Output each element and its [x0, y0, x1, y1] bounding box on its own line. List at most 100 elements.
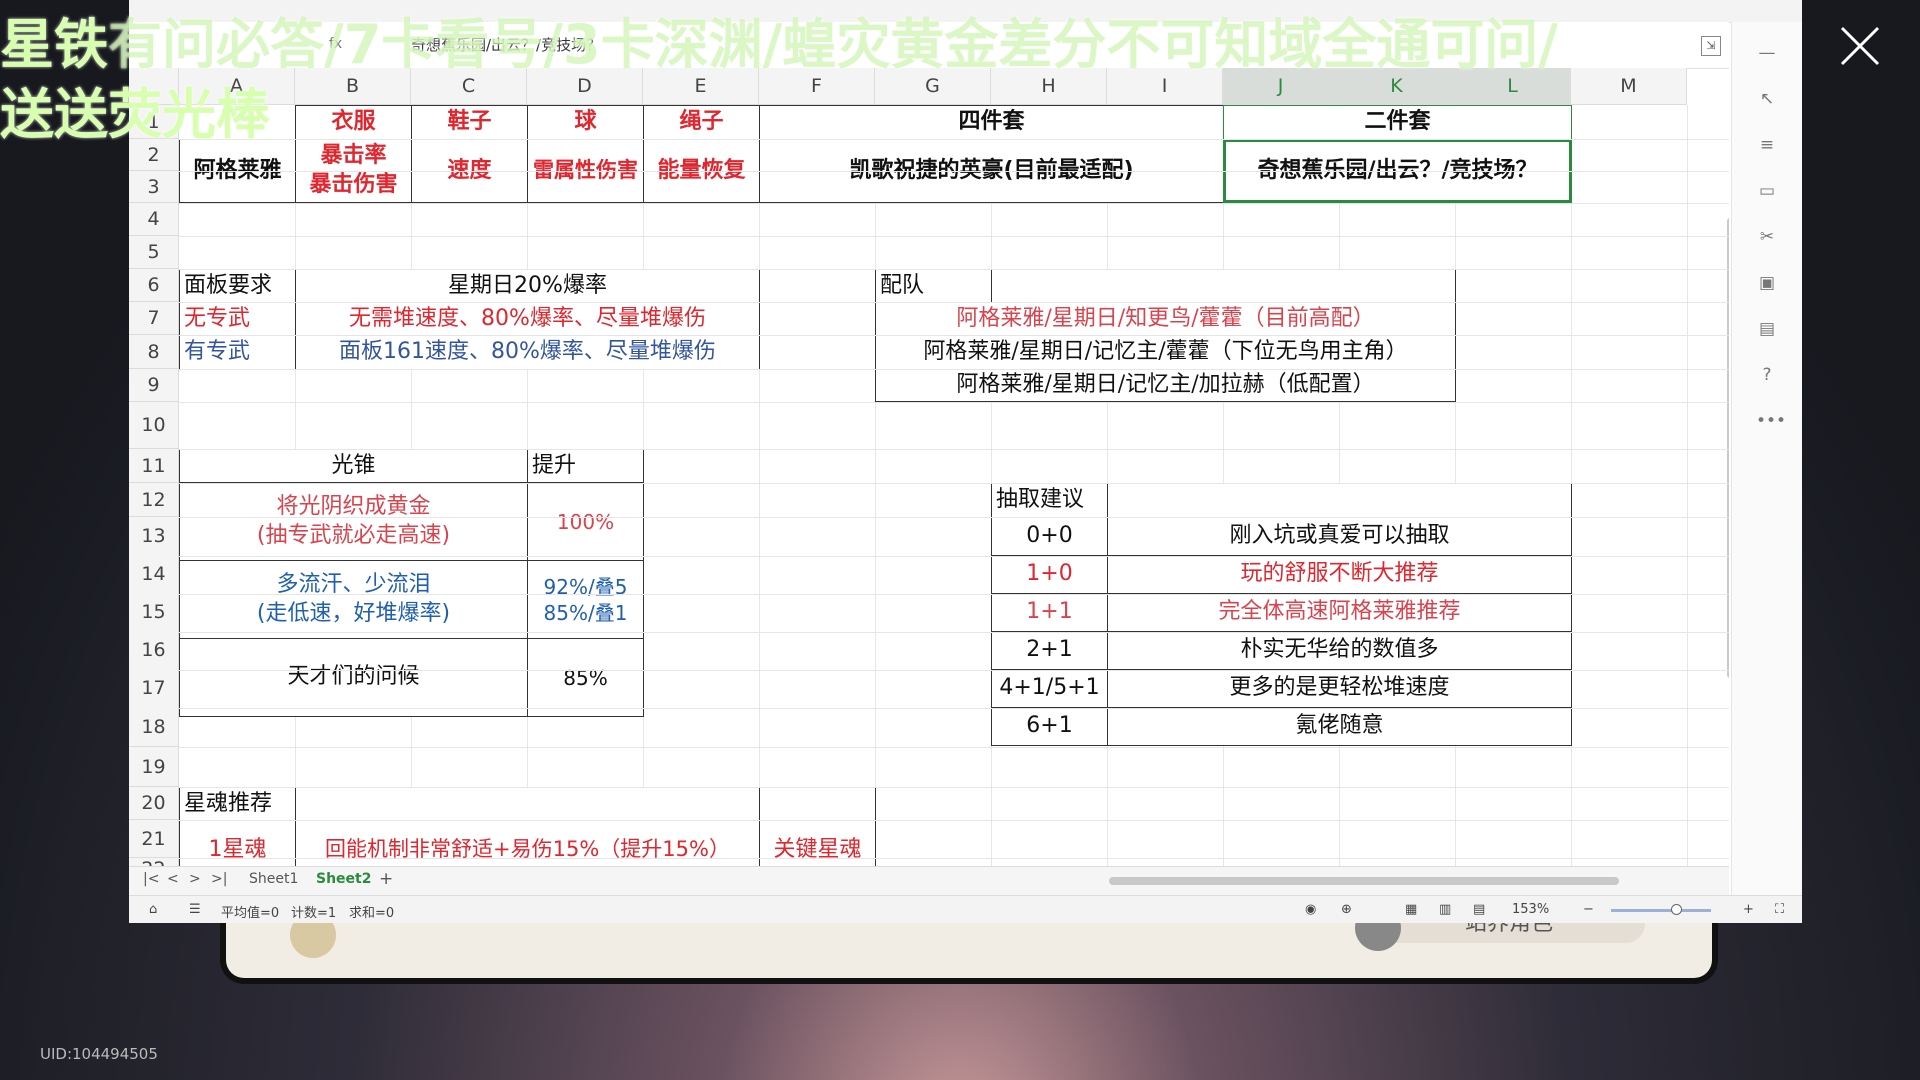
- crosshair-icon[interactable]: ⊕: [1341, 902, 1352, 917]
- page-layout-icon[interactable]: ▥: [1439, 902, 1451, 917]
- row-header[interactable]: 13: [129, 517, 179, 556]
- row-header[interactable]: 9: [129, 369, 179, 402]
- status-sum: 求和=0: [349, 906, 395, 921]
- zoom-in-icon[interactable]: +: [1743, 902, 1754, 917]
- bookmark-icon[interactable]: ▭: [1756, 180, 1778, 202]
- row-header[interactable]: 5: [129, 236, 179, 269]
- normal-view-icon[interactable]: ▦: [1405, 902, 1417, 917]
- cell-no-signature-label[interactable]: 无专武: [179, 302, 296, 336]
- cell-team-label[interactable]: 配队: [875, 269, 992, 303]
- cell-panel-label[interactable]: 面板要求: [179, 269, 296, 303]
- first-sheet-icon[interactable]: |<: [143, 871, 159, 887]
- stream-title-prefix: 星铁: [0, 13, 108, 76]
- book-icon[interactable]: ▤: [1756, 318, 1778, 340]
- row-header[interactable]: 11: [129, 449, 179, 483]
- cell-pull-value[interactable]: 刚入坑或真爱可以抽取: [1107, 517, 1572, 556]
- cell-lightcone-1-boost[interactable]: 100%: [527, 482, 644, 561]
- cell-boost-header[interactable]: 提升: [527, 449, 644, 483]
- cell-pull-key[interactable]: 4+1/5+1: [991, 669, 1108, 708]
- zoom-slider-knob[interactable]: [1671, 904, 1682, 915]
- cell-pull-value[interactable]: 玩的舒服不断大推荐: [1107, 555, 1572, 594]
- eye-icon[interactable]: ◉: [1305, 902, 1316, 917]
- page-break-icon[interactable]: ▤: [1473, 902, 1485, 917]
- row-header[interactable]: 4: [129, 203, 179, 236]
- row-header[interactable]: 21: [129, 820, 179, 858]
- sheet-list-icon[interactable]: ☰: [189, 902, 201, 917]
- fullscreen-icon[interactable]: ⛶: [1775, 902, 1784, 917]
- cell-panel-value[interactable]: 星期日20%爆率: [295, 269, 760, 303]
- cursor-icon[interactable]: ↖: [1756, 88, 1778, 110]
- cell-signature-value[interactable]: 面板161速度、80%爆率、尽量堆爆伤: [295, 335, 760, 370]
- row-header[interactable]: 14: [129, 555, 179, 594]
- add-sheet-button[interactable]: +: [379, 869, 393, 889]
- cell-pull-value[interactable]: 更多的是更轻松堆速度: [1107, 669, 1572, 708]
- gridline: [179, 858, 1729, 859]
- cell-team-1[interactable]: 阿格莱雅/星期日/知更鸟/藿藿（目前高配）: [875, 302, 1456, 336]
- row-header[interactable]: 20: [129, 787, 179, 820]
- row-header[interactable]: 7: [129, 302, 179, 335]
- row-header[interactable]: 15: [129, 593, 179, 632]
- cell-lightcone-2-boost[interactable]: 92%/叠5 85%/叠1: [527, 560, 644, 639]
- row-header[interactable]: 17: [129, 669, 179, 708]
- cell-pull-header[interactable]: 抽取建议: [991, 483, 1108, 518]
- row-header[interactable]: 19: [129, 747, 179, 787]
- vertical-scrollbar[interactable]: [1727, 218, 1729, 678]
- cell-pull-key[interactable]: 1+1: [991, 593, 1108, 632]
- cell-pull-value[interactable]: 朴实无华给的数值多: [1107, 631, 1572, 670]
- help-icon[interactable]: ?: [1756, 364, 1778, 386]
- tools-icon[interactable]: ✂: [1756, 226, 1778, 248]
- cell-eidolon-header-empty[interactable]: [295, 787, 760, 821]
- row-header[interactable]: 16: [129, 631, 179, 670]
- zoom-out-icon[interactable]: −: [1583, 902, 1594, 917]
- cell-pull-value[interactable]: 完全体高速阿格莱雅推荐: [1107, 593, 1572, 632]
- prev-sheet-icon[interactable]: <: [167, 871, 179, 887]
- cell-lightcone-1[interactable]: 将光阴织成黄金 (抽专武就必走高速): [179, 482, 528, 561]
- gridline: [179, 820, 1729, 821]
- cell-pull-key[interactable]: 6+1: [991, 707, 1108, 746]
- zoom-level[interactable]: 153%: [1512, 902, 1549, 917]
- cell-team-3[interactable]: 阿格莱雅/星期日/记忆主/加拉赫（低配置）: [875, 369, 1456, 402]
- row-header[interactable]: 8: [129, 335, 179, 369]
- sliders-icon[interactable]: ≡: [1756, 134, 1778, 156]
- cell-team-empty[interactable]: [991, 269, 1456, 303]
- cell-eidolon-header-empty-2[interactable]: [759, 787, 876, 821]
- row-header[interactable]: 6: [129, 269, 179, 302]
- macro-icon[interactable]: ⌂: [149, 902, 157, 917]
- row-header[interactable]: 3: [129, 171, 179, 203]
- cell-pull-key[interactable]: 0+0: [991, 517, 1108, 556]
- horizontal-scrollbar[interactable]: [1109, 877, 1619, 885]
- cell-pull-value[interactable]: 氪佬随意: [1107, 707, 1572, 746]
- cell-pull-header-empty[interactable]: [1107, 483, 1572, 518]
- cell-lightcone-header[interactable]: 光锥: [179, 449, 528, 483]
- zoom-slider[interactable]: [1611, 909, 1711, 912]
- cell-eidolon-1-label[interactable]: 1星魂: [179, 820, 296, 866]
- cell-no-signature-value[interactable]: 无需堆速度、80%爆率、尽量堆爆伤: [295, 302, 760, 336]
- more-icon[interactable]: •••: [1756, 410, 1786, 432]
- tab-sheet1[interactable]: Sheet1: [249, 871, 298, 887]
- cell-team-2[interactable]: 阿格莱雅/星期日/记忆主/藿藿（下位无鸟用主角）: [875, 335, 1456, 370]
- cell-eidolon-1-value[interactable]: 回能机制非常舒适+易伤15%（提升15%）: [295, 820, 760, 866]
- expand-formula-icon[interactable]: ⇲: [1701, 36, 1721, 56]
- sheet-tab-bar: |< < > >| Sheet1 Sheet2 +: [129, 866, 1729, 895]
- cell-lightcone-3[interactable]: 天才们的问候: [179, 638, 528, 717]
- cell-pull-key[interactable]: 2+1: [991, 631, 1108, 670]
- chart-icon[interactable]: ▣: [1756, 272, 1778, 294]
- tab-sheet2[interactable]: Sheet2: [316, 871, 371, 887]
- gridline: [179, 632, 1729, 633]
- last-sheet-icon[interactable]: >|: [211, 871, 227, 887]
- cell-lightcone-2[interactable]: 多流汗、少流泪 (走低速，好堆爆率): [179, 560, 528, 639]
- cell-eidolon-header[interactable]: 星魂推荐: [179, 787, 296, 821]
- cell-signature-label[interactable]: 有专武: [179, 335, 296, 370]
- close-icon[interactable]: [1838, 24, 1882, 68]
- lightcone-2-name: 多流汗、少流泪: [276, 571, 431, 597]
- cell-eidolon-1-key[interactable]: 关键星魂: [759, 820, 876, 866]
- row-header[interactable]: 12: [129, 483, 179, 517]
- minimize-icon[interactable]: —: [1756, 42, 1778, 64]
- row-header[interactable]: 10: [129, 402, 179, 449]
- cell-lightcone-3-boost[interactable]: 85%: [527, 638, 644, 717]
- sheet-grid[interactable]: A B C D E F G H I J K L M 衣服 鞋子 球 绳子 四件套…: [129, 68, 1729, 866]
- next-sheet-icon[interactable]: >: [189, 871, 201, 887]
- cell-pull-key[interactable]: 1+0: [991, 555, 1108, 594]
- row-header[interactable]: 22: [129, 858, 179, 866]
- row-header[interactable]: 18: [129, 707, 179, 747]
